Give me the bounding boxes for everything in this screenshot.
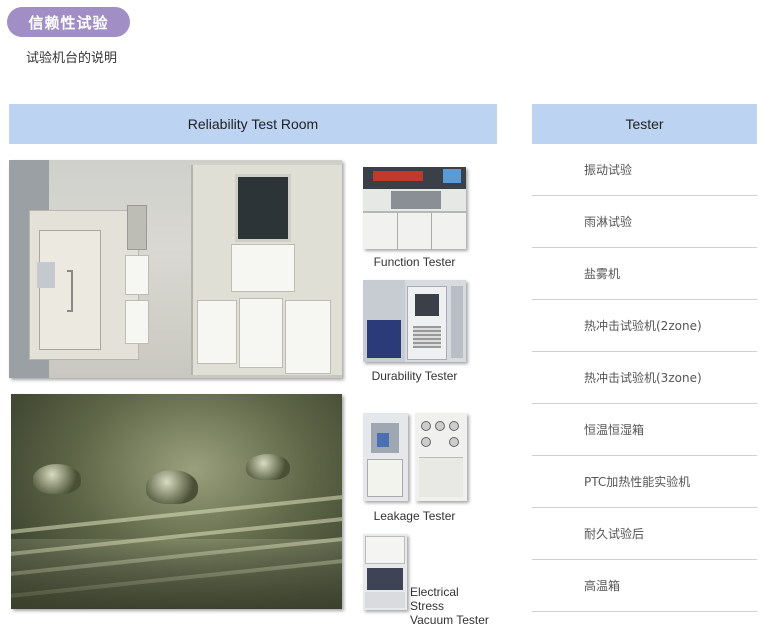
list-item: PTC加热性能实验机 — [532, 456, 757, 508]
leakage-tester-caption: Leakage Tester — [373, 509, 456, 523]
function-tester-caption: Function Tester — [373, 255, 456, 269]
tester-list: 振动试验 雨淋试验 盐雾机 热冲击试验机(2zone) 热冲击试验机(3zone… — [532, 144, 757, 612]
list-item: 耐久试验后 — [532, 508, 757, 560]
electrical-stress-tester-caption: Electrical Stress Vacuum Tester — [410, 585, 495, 627]
durability-tester-photo — [363, 280, 466, 362]
electrical-caption-line-2: Vacuum Tester — [410, 613, 489, 627]
function-tester-photo — [363, 167, 466, 249]
page-title: 信赖性试验 — [7, 7, 130, 37]
electrical-stress-tester-photo — [363, 534, 407, 610]
list-item: 热冲击试验机(3zone) — [532, 352, 757, 404]
page-subtitle: 试验机台的说明 — [26, 51, 118, 66]
leakage-tester-photo-1 — [363, 413, 408, 501]
electrical-caption-line-1: Electrical Stress — [410, 585, 459, 613]
leakage-tester-photo-2 — [415, 413, 467, 501]
list-item: 恒温恒湿箱 — [532, 404, 757, 456]
oven-interior-photo — [11, 394, 342, 609]
tester-section-header: Tester — [532, 104, 757, 144]
test-room-photo — [9, 160, 342, 378]
list-item: 雨淋试验 — [532, 196, 757, 248]
room-section-header: Reliability Test Room — [9, 104, 497, 144]
durability-tester-caption: Durability Tester — [371, 369, 458, 383]
list-item: 高温箱 — [532, 560, 757, 612]
list-item: 热冲击试验机(2zone) — [532, 300, 757, 352]
list-item: 振动试验 — [532, 144, 757, 196]
list-item: 盐雾机 — [532, 248, 757, 300]
